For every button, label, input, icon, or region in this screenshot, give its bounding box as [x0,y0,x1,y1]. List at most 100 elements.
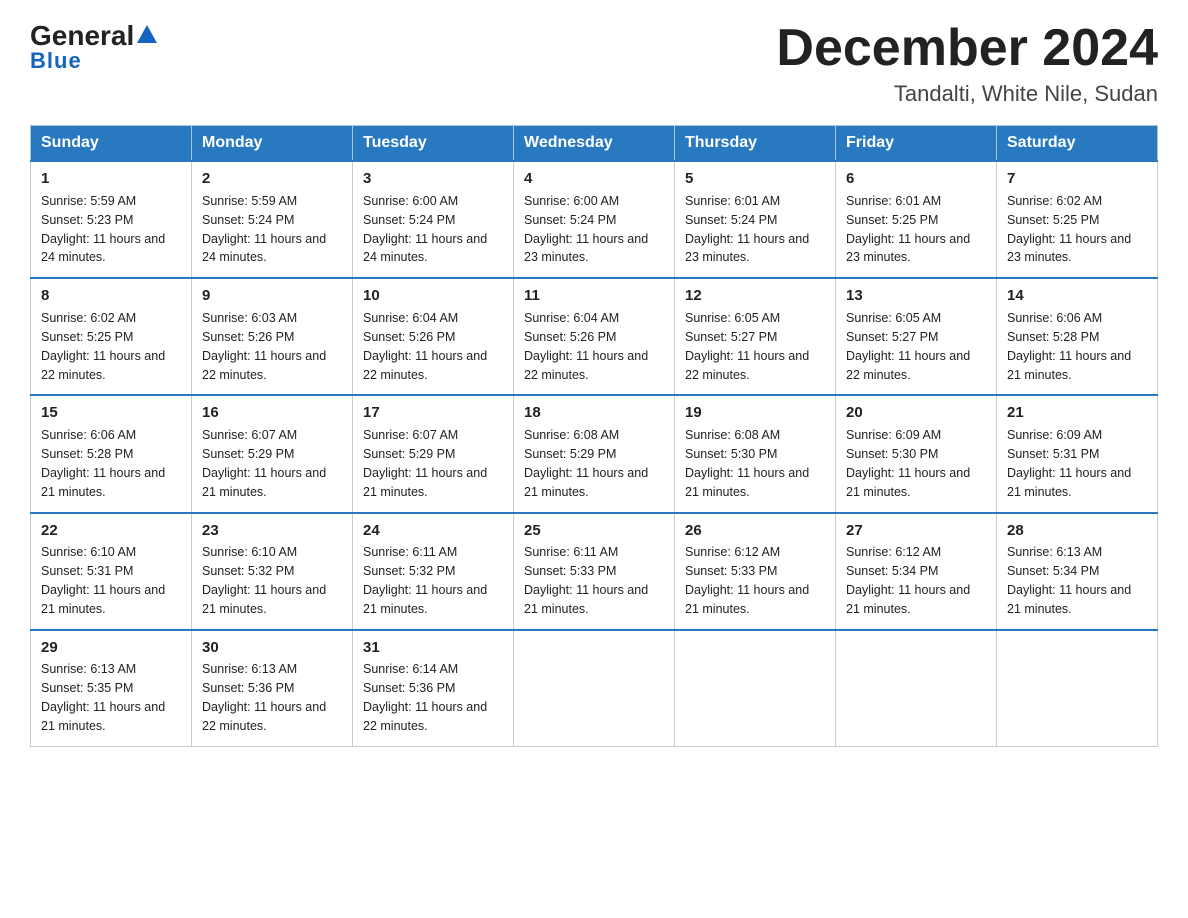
day-info: Sunrise: 6:01 AMSunset: 5:25 PMDaylight:… [846,194,970,265]
day-info: Sunrise: 6:07 AMSunset: 5:29 PMDaylight:… [363,428,487,499]
day-number: 27 [846,520,986,542]
calendar-cell: 13 Sunrise: 6:05 AMSunset: 5:27 PMDayligh… [836,278,997,395]
title-area: December 2024 Tandalti, White Nile, Suda… [776,20,1158,107]
month-title: December 2024 [776,20,1158,77]
day-number: 13 [846,285,986,307]
day-info: Sunrise: 6:13 AMSunset: 5:35 PMDaylight:… [41,662,165,733]
calendar-cell: 18Sunrise: 6:08 AMSunset: 5:29 PMDayligh… [514,395,675,512]
calendar-cell: 7 Sunrise: 6:02 AMSunset: 5:25 PMDaylight… [997,161,1158,278]
calendar-cell: 22 Sunrise: 6:10 AMSunset: 5:31 PMDayligh… [31,513,192,630]
weekday-header-wednesday: Wednesday [514,126,675,162]
day-info: Sunrise: 6:14 AMSunset: 5:36 PMDaylight:… [363,662,487,733]
calendar-week-row: 29 Sunrise: 6:13 AMSunset: 5:35 PMDayligh… [31,630,1158,747]
calendar-cell: 8 Sunrise: 6:02 AMSunset: 5:25 PMDaylight… [31,278,192,395]
calendar-cell: 26 Sunrise: 6:12 AMSunset: 5:33 PMDayligh… [675,513,836,630]
day-info: Sunrise: 6:13 AMSunset: 5:36 PMDaylight:… [202,662,326,733]
calendar-cell: 9Sunrise: 6:03 AMSunset: 5:26 PMDaylight… [192,278,353,395]
weekday-header-friday: Friday [836,126,997,162]
logo: General Blue [30,20,158,74]
day-number: 22 [41,520,181,542]
day-number: 3 [363,168,503,190]
day-number: 21 [1007,402,1147,424]
day-info: Sunrise: 6:07 AMSunset: 5:29 PMDaylight:… [202,428,326,499]
day-info: Sunrise: 6:10 AMSunset: 5:31 PMDaylight:… [41,545,165,616]
day-number: 7 [1007,168,1147,190]
calendar-cell: 15Sunrise: 6:06 AMSunset: 5:28 PMDayligh… [31,395,192,512]
day-info: Sunrise: 6:02 AMSunset: 5:25 PMDaylight:… [41,311,165,382]
day-number: 15 [41,402,181,424]
day-number: 4 [524,168,664,190]
day-info: Sunrise: 6:11 AMSunset: 5:33 PMDaylight:… [524,545,648,616]
day-number: 18 [524,402,664,424]
day-info: Sunrise: 6:00 AMSunset: 5:24 PMDaylight:… [363,194,487,265]
calendar-cell: 21 Sunrise: 6:09 AMSunset: 5:31 PMDayligh… [997,395,1158,512]
calendar-cell: 12Sunrise: 6:05 AMSunset: 5:27 PMDayligh… [675,278,836,395]
day-number: 20 [846,402,986,424]
calendar-cell [514,630,675,747]
calendar-cell: 14 Sunrise: 6:06 AMSunset: 5:28 PMDayligh… [997,278,1158,395]
day-number: 16 [202,402,342,424]
calendar-cell: 11 Sunrise: 6:04 AMSunset: 5:26 PMDayligh… [514,278,675,395]
day-number: 19 [685,402,825,424]
day-number: 10 [363,285,503,307]
weekday-header-monday: Monday [192,126,353,162]
calendar-cell: 30 Sunrise: 6:13 AMSunset: 5:36 PMDayligh… [192,630,353,747]
day-number: 11 [524,285,664,307]
day-number: 25 [524,520,664,542]
calendar-cell: 10 Sunrise: 6:04 AMSunset: 5:26 PMDayligh… [353,278,514,395]
calendar-cell: 31 Sunrise: 6:14 AMSunset: 5:36 PMDayligh… [353,630,514,747]
weekday-header-sunday: Sunday [31,126,192,162]
page-header: General Blue December 2024 Tandalti, Whi… [30,20,1158,107]
day-number: 2 [202,168,342,190]
day-info: Sunrise: 6:02 AMSunset: 5:25 PMDaylight:… [1007,194,1131,265]
day-number: 30 [202,637,342,659]
calendar-cell: 6 Sunrise: 6:01 AMSunset: 5:25 PMDaylight… [836,161,997,278]
calendar-cell: 4 Sunrise: 6:00 AMSunset: 5:24 PMDaylight… [514,161,675,278]
weekday-header-thursday: Thursday [675,126,836,162]
day-number: 1 [41,168,181,190]
calendar-cell: 19 Sunrise: 6:08 AMSunset: 5:30 PMDayligh… [675,395,836,512]
day-info: Sunrise: 6:05 AMSunset: 5:27 PMDaylight:… [846,311,970,382]
day-info: Sunrise: 6:00 AMSunset: 5:24 PMDaylight:… [524,194,648,265]
calendar-week-row: 8 Sunrise: 6:02 AMSunset: 5:25 PMDaylight… [31,278,1158,395]
day-number: 8 [41,285,181,307]
day-number: 28 [1007,520,1147,542]
day-info: Sunrise: 6:09 AMSunset: 5:31 PMDaylight:… [1007,428,1131,499]
calendar-cell: 2Sunrise: 5:59 AMSunset: 5:24 PMDaylight… [192,161,353,278]
day-info: Sunrise: 6:04 AMSunset: 5:26 PMDaylight:… [363,311,487,382]
weekday-header-saturday: Saturday [997,126,1158,162]
day-number: 14 [1007,285,1147,307]
calendar-week-row: 15Sunrise: 6:06 AMSunset: 5:28 PMDayligh… [31,395,1158,512]
calendar-week-row: 1 Sunrise: 5:59 AMSunset: 5:23 PMDaylight… [31,161,1158,278]
calendar-cell [836,630,997,747]
day-number: 31 [363,637,503,659]
calendar-cell: 24 Sunrise: 6:11 AMSunset: 5:32 PMDayligh… [353,513,514,630]
day-info: Sunrise: 6:12 AMSunset: 5:33 PMDaylight:… [685,545,809,616]
calendar-cell: 16 Sunrise: 6:07 AMSunset: 5:29 PMDayligh… [192,395,353,512]
day-number: 29 [41,637,181,659]
day-info: Sunrise: 6:11 AMSunset: 5:32 PMDaylight:… [363,545,487,616]
calendar-cell: 27Sunrise: 6:12 AMSunset: 5:34 PMDayligh… [836,513,997,630]
day-number: 6 [846,168,986,190]
day-number: 24 [363,520,503,542]
calendar-cell: 17 Sunrise: 6:07 AMSunset: 5:29 PMDayligh… [353,395,514,512]
day-number: 23 [202,520,342,542]
day-info: Sunrise: 6:03 AMSunset: 5:26 PMDaylight:… [202,311,326,382]
calendar-cell: 29 Sunrise: 6:13 AMSunset: 5:35 PMDayligh… [31,630,192,747]
day-info: Sunrise: 6:01 AMSunset: 5:24 PMDaylight:… [685,194,809,265]
day-number: 17 [363,402,503,424]
day-info: Sunrise: 6:04 AMSunset: 5:26 PMDaylight:… [524,311,648,382]
day-info: Sunrise: 6:09 AMSunset: 5:30 PMDaylight:… [846,428,970,499]
day-number: 5 [685,168,825,190]
calendar-cell: 20 Sunrise: 6:09 AMSunset: 5:30 PMDayligh… [836,395,997,512]
day-number: 26 [685,520,825,542]
logo-blue-text: Blue [30,48,82,74]
day-info: Sunrise: 5:59 AMSunset: 5:23 PMDaylight:… [41,194,165,265]
calendar-cell: 5 Sunrise: 6:01 AMSunset: 5:24 PMDaylight… [675,161,836,278]
calendar-week-row: 22 Sunrise: 6:10 AMSunset: 5:31 PMDayligh… [31,513,1158,630]
calendar-cell: 3 Sunrise: 6:00 AMSunset: 5:24 PMDaylight… [353,161,514,278]
day-info: Sunrise: 6:10 AMSunset: 5:32 PMDaylight:… [202,545,326,616]
day-info: Sunrise: 6:06 AMSunset: 5:28 PMDaylight:… [1007,311,1131,382]
day-info: Sunrise: 6:08 AMSunset: 5:30 PMDaylight:… [685,428,809,499]
weekday-header-tuesday: Tuesday [353,126,514,162]
